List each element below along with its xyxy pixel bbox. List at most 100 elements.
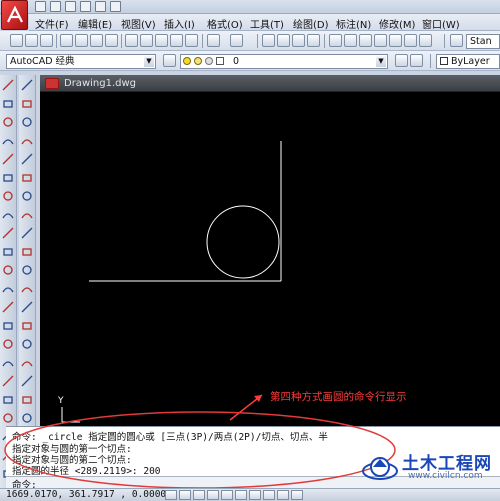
gradient-icon[interactable] <box>2 357 14 369</box>
dyn-toggle-icon[interactable] <box>263 490 275 500</box>
table-icon[interactable] <box>2 394 14 406</box>
plot-preview-icon[interactable] <box>75 34 88 47</box>
rectangle-icon[interactable] <box>2 153 14 165</box>
menu-tools[interactable]: 工具(T) <box>250 16 284 31</box>
design-center-icon[interactable] <box>344 34 357 47</box>
break-icon[interactable] <box>21 301 33 313</box>
layer-manager-icon[interactable] <box>163 54 176 67</box>
redo-arrow-icon[interactable] <box>230 34 243 47</box>
copy-object-icon[interactable] <box>21 98 33 110</box>
undo-arrow-icon[interactable] <box>207 34 220 47</box>
tool-palettes-icon[interactable] <box>359 34 372 47</box>
drawing-canvas[interactable]: Y <box>40 92 500 426</box>
otrack-toggle-icon[interactable] <box>235 490 247 500</box>
polyline-icon[interactable] <box>2 116 14 128</box>
join-icon[interactable] <box>21 320 33 332</box>
open-icon[interactable] <box>50 1 61 12</box>
zoom-realtime-icon[interactable] <box>277 34 290 47</box>
region-icon[interactable] <box>2 375 14 387</box>
color-dropdown[interactable]: ByLayer <box>436 54 500 69</box>
point-icon[interactable] <box>2 320 14 332</box>
hatch-icon[interactable] <box>2 338 14 350</box>
construction-line-icon[interactable] <box>2 98 14 110</box>
grid-toggle-icon[interactable] <box>179 490 191 500</box>
ellipse-arc-icon[interactable] <box>2 264 14 276</box>
text-style-dropdown[interactable]: Stan <box>466 34 500 49</box>
menu-view[interactable]: 视图(V) <box>121 16 156 31</box>
ellipse-icon[interactable] <box>2 246 14 258</box>
print-icon[interactable] <box>80 1 91 12</box>
circle-icon[interactable] <box>2 190 14 202</box>
zoom-previous-icon[interactable] <box>307 34 320 47</box>
spline-icon[interactable] <box>2 227 14 239</box>
new-icon[interactable] <box>35 1 46 12</box>
extend-icon[interactable] <box>21 264 33 276</box>
erase-icon[interactable] <box>21 79 33 91</box>
ducs-toggle-icon[interactable] <box>249 490 261 500</box>
scale-icon[interactable] <box>21 209 33 221</box>
layer-previous-icon[interactable] <box>410 54 423 67</box>
ortho-toggle-icon[interactable] <box>193 490 205 500</box>
publish-icon[interactable] <box>90 34 103 47</box>
menu-draw[interactable]: 绘图(D) <box>293 16 329 31</box>
menu-modify[interactable]: 修改(M) <box>379 16 415 31</box>
insert-block-icon[interactable] <box>2 283 14 295</box>
stretch-icon[interactable] <box>21 227 33 239</box>
match-properties-icon[interactable] <box>170 34 183 47</box>
array-icon[interactable] <box>21 153 33 165</box>
trim-icon[interactable] <box>21 246 33 258</box>
undo-icon[interactable] <box>95 1 106 12</box>
block-editor-icon[interactable] <box>185 34 198 47</box>
help-icon[interactable] <box>419 34 432 47</box>
osnap-toggle-icon[interactable] <box>221 490 233 500</box>
arc-icon[interactable] <box>2 172 14 184</box>
open-file-icon[interactable] <box>25 34 38 47</box>
menu-insert[interactable]: 插入(I) <box>164 16 195 31</box>
document-tab[interactable]: Drawing1.dwg <box>40 75 500 92</box>
save-icon[interactable] <box>65 1 76 12</box>
offset-icon[interactable] <box>21 135 33 147</box>
menu-dimension[interactable]: 标注(N) <box>336 16 371 31</box>
menu-window[interactable]: 窗口(W) <box>422 16 460 31</box>
revision-cloud-icon[interactable] <box>2 209 14 221</box>
blend-icon[interactable] <box>21 394 33 406</box>
snap-toggle-icon[interactable] <box>165 490 177 500</box>
redo-icon[interactable] <box>110 1 121 12</box>
copy-icon[interactable] <box>140 34 153 47</box>
save-file-icon[interactable] <box>40 34 53 47</box>
markup-icon[interactable] <box>389 34 402 47</box>
chamfer-icon[interactable] <box>21 338 33 350</box>
application-menu-button[interactable] <box>1 0 28 30</box>
plot-icon[interactable] <box>60 34 73 47</box>
qnew-icon[interactable] <box>10 34 23 47</box>
properties-icon[interactable] <box>329 34 342 47</box>
quick-properties-icon[interactable] <box>291 490 303 500</box>
break-point-icon[interactable] <box>21 283 33 295</box>
zoom-window-icon[interactable] <box>292 34 305 47</box>
mirror-icon[interactable] <box>21 116 33 128</box>
make-block-icon[interactable] <box>2 301 14 313</box>
rotate-icon[interactable] <box>21 190 33 202</box>
sheet-set-icon[interactable] <box>374 34 387 47</box>
layer-dropdown[interactable]: 0 ▼ <box>180 54 388 69</box>
paste-icon[interactable] <box>155 34 168 47</box>
lineweight-toggle-icon[interactable] <box>277 490 289 500</box>
menu-format[interactable]: 格式(O) <box>207 16 243 31</box>
move-icon[interactable] <box>21 172 33 184</box>
polar-toggle-icon[interactable] <box>207 490 219 500</box>
construction-line-icon-glyph <box>3 99 13 108</box>
text-style-icon[interactable] <box>450 34 463 47</box>
fillet-icon[interactable] <box>21 357 33 369</box>
quickcalc-icon[interactable] <box>404 34 417 47</box>
color-swatch-icon <box>440 57 448 65</box>
pan-icon[interactable] <box>262 34 275 47</box>
3d-print-icon[interactable] <box>105 34 118 47</box>
polygon-icon[interactable] <box>2 135 14 147</box>
workspace-dropdown[interactable]: AutoCAD 经典 ▼ <box>6 54 156 69</box>
line-icon[interactable] <box>2 79 14 91</box>
make-current-layer-icon[interactable] <box>395 54 408 67</box>
menu-edit[interactable]: 编辑(E) <box>78 16 112 31</box>
explode-icon[interactable] <box>21 375 33 387</box>
menu-file[interactable]: 文件(F) <box>35 16 69 31</box>
cut-icon[interactable] <box>125 34 138 47</box>
